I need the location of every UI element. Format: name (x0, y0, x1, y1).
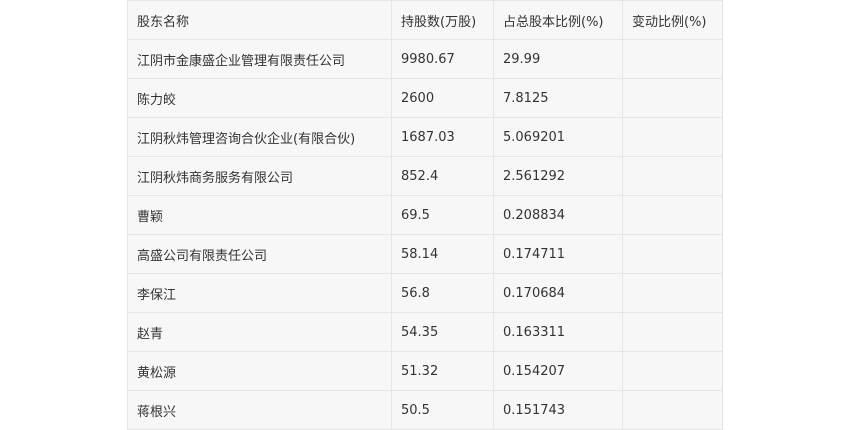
cell-shareholder-name: 赵青 (127, 312, 392, 352)
table-row: 黄松源 51.32 0.154207 (127, 351, 723, 391)
cell-shares-held: 54.35 (391, 312, 494, 352)
cell-shareholder-name: 曹颖 (127, 195, 392, 235)
cell-change-ratio (622, 117, 723, 157)
header-shares-held: 持股数(万股) (391, 0, 494, 40)
cell-change-ratio (622, 234, 723, 274)
shareholder-table-container: 股东名称 持股数(万股) 占总股本比例(%) 变动比例(%) 江阴市金康盛企业管… (127, 0, 723, 430)
cell-shareholder-name: 江阴秋炜管理咨询合伙企业(有限合伙) (127, 117, 392, 157)
table-row: 江阴秋炜管理咨询合伙企业(有限合伙) 1687.03 5.069201 (127, 117, 723, 157)
cell-share-ratio: 0.163311 (493, 312, 623, 352)
cell-change-ratio (622, 78, 723, 118)
cell-change-ratio (622, 273, 723, 313)
cell-share-ratio: 0.170684 (493, 273, 623, 313)
cell-shares-held: 852.4 (391, 156, 494, 196)
header-change-ratio: 变动比例(%) (622, 0, 723, 40)
table-row: 蒋根兴 50.5 0.151743 (127, 390, 723, 430)
cell-share-ratio: 0.151743 (493, 390, 623, 430)
table-row: 赵青 54.35 0.163311 (127, 312, 723, 352)
table-row: 江阴秋炜商务服务有限公司 852.4 2.561292 (127, 156, 723, 196)
cell-shares-held: 1687.03 (391, 117, 494, 157)
cell-shares-held: 58.14 (391, 234, 494, 274)
cell-shares-held: 51.32 (391, 351, 494, 391)
cell-share-ratio: 0.208834 (493, 195, 623, 235)
cell-shareholder-name: 江阴市金康盛企业管理有限责任公司 (127, 39, 392, 79)
cell-shareholder-name: 陈力皎 (127, 78, 392, 118)
cell-change-ratio (622, 156, 723, 196)
cell-shares-held: 2600 (391, 78, 494, 118)
table-row: 陈力皎 2600 7.8125 (127, 78, 723, 118)
cell-shares-held: 9980.67 (391, 39, 494, 79)
cell-shareholder-name: 黄松源 (127, 351, 392, 391)
cell-share-ratio: 0.154207 (493, 351, 623, 391)
table-header-row: 股东名称 持股数(万股) 占总股本比例(%) 变动比例(%) (127, 0, 723, 40)
header-shareholder-name: 股东名称 (127, 0, 392, 40)
cell-shares-held: 56.8 (391, 273, 494, 313)
cell-change-ratio (622, 195, 723, 235)
shareholder-table: 股东名称 持股数(万股) 占总股本比例(%) 变动比例(%) 江阴市金康盛企业管… (127, 0, 723, 430)
cell-share-ratio: 2.561292 (493, 156, 623, 196)
table-row: 江阴市金康盛企业管理有限责任公司 9980.67 29.99 (127, 39, 723, 79)
cell-share-ratio: 0.174711 (493, 234, 623, 274)
cell-share-ratio: 29.99 (493, 39, 623, 79)
cell-share-ratio: 5.069201 (493, 117, 623, 157)
table-row: 曹颖 69.5 0.208834 (127, 195, 723, 235)
cell-shareholder-name: 高盛公司有限责任公司 (127, 234, 392, 274)
cell-change-ratio (622, 39, 723, 79)
cell-shares-held: 50.5 (391, 390, 494, 430)
cell-shareholder-name: 江阴秋炜商务服务有限公司 (127, 156, 392, 196)
header-share-ratio: 占总股本比例(%) (493, 0, 623, 40)
cell-change-ratio (622, 390, 723, 430)
cell-change-ratio (622, 312, 723, 352)
cell-share-ratio: 7.8125 (493, 78, 623, 118)
cell-shareholder-name: 蒋根兴 (127, 390, 392, 430)
cell-change-ratio (622, 351, 723, 391)
table-row: 李保江 56.8 0.170684 (127, 273, 723, 313)
cell-shares-held: 69.5 (391, 195, 494, 235)
cell-shareholder-name: 李保江 (127, 273, 392, 313)
table-row: 高盛公司有限责任公司 58.14 0.174711 (127, 234, 723, 274)
